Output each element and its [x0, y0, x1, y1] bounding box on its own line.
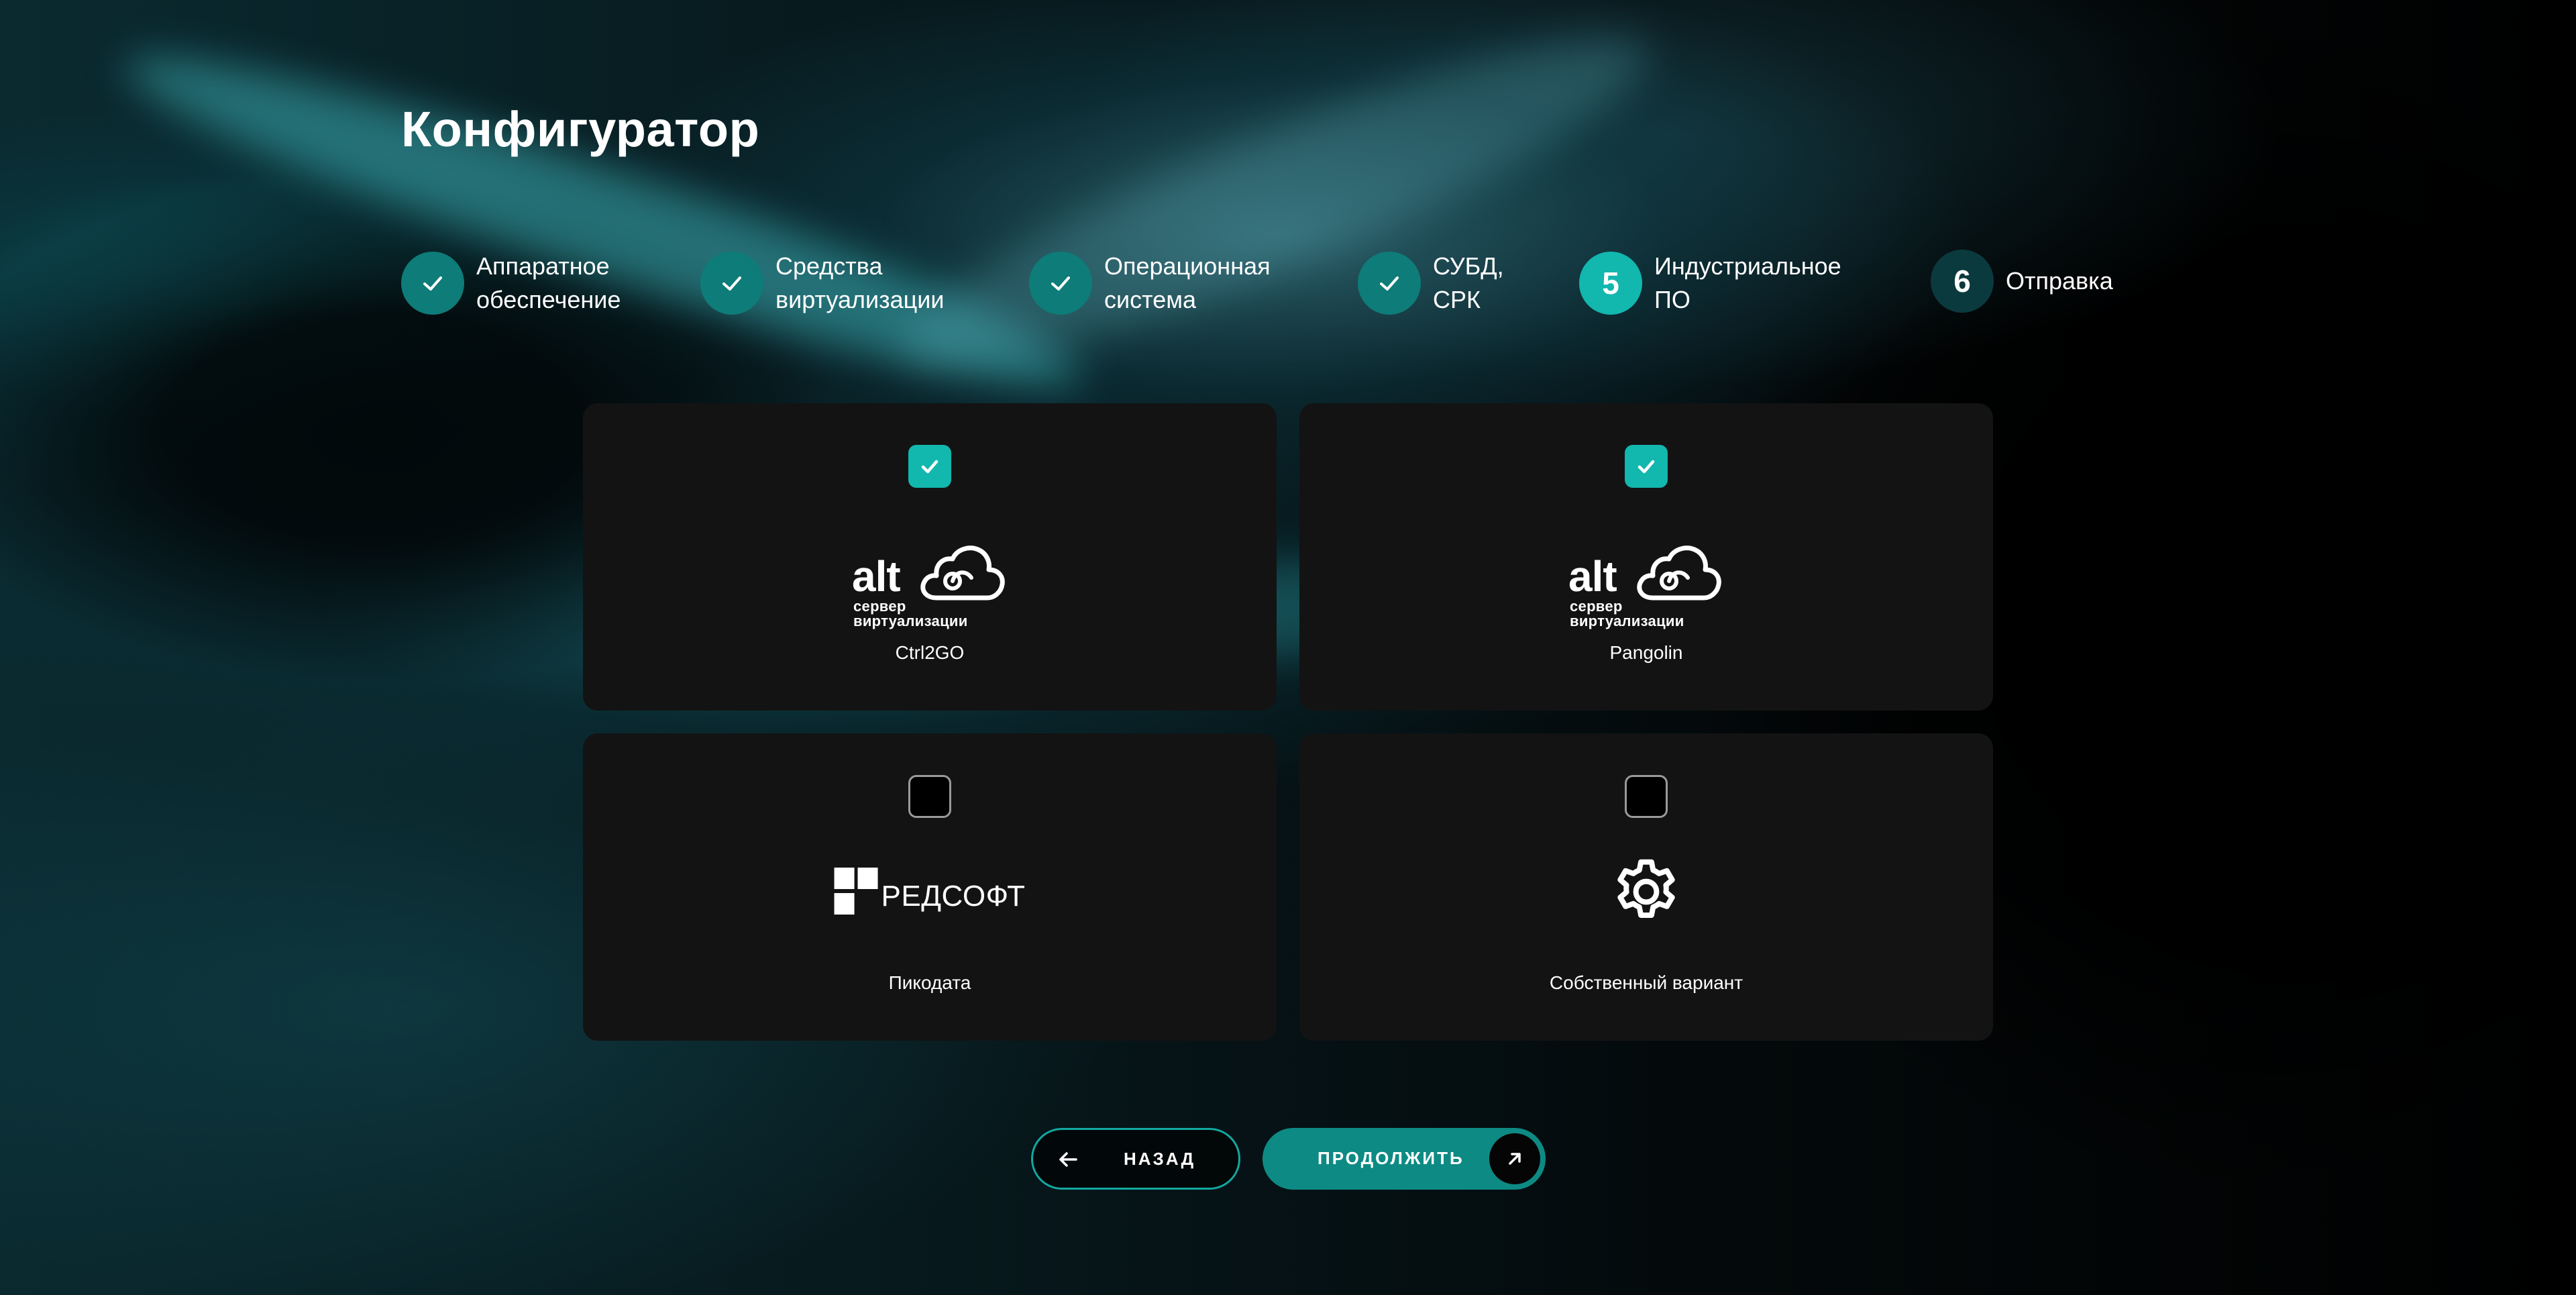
- option-card-ctrl2go[interactable]: alt сервер виртуализации Ctrl2GO: [583, 403, 1277, 711]
- step-virtualization[interactable]: Средства виртуализации: [700, 250, 944, 317]
- alt-logo-line2: виртуализации: [853, 613, 968, 629]
- redsoft-squares-icon: [834, 868, 878, 915]
- option-checkbox[interactable]: [908, 775, 951, 818]
- step-label-line: Операционная: [1104, 252, 1271, 280]
- arrow-left-icon: [1059, 1152, 1077, 1167]
- alt-logo-line1: сервер: [1570, 598, 1623, 615]
- step-industrial-software[interactable]: 5 Индустриальное ПО: [1579, 250, 1841, 317]
- configurator-page: Конфигуратор Аппаратное обеспечение Сред…: [0, 0, 2576, 1295]
- step-number: 5: [1602, 266, 1619, 301]
- option-checkbox[interactable]: [908, 445, 951, 488]
- arrow-up-right-icon: [1509, 1153, 1521, 1165]
- cloud-icon: [1637, 546, 1721, 601]
- option-checkbox[interactable]: [1625, 775, 1668, 818]
- alt-logo: alt сервер виртуализации: [852, 544, 1008, 633]
- redsoft-logo-word: РЕДСОФТ: [881, 880, 1026, 913]
- step-label: СУБД, СРК: [1433, 250, 1504, 317]
- step-circle: 5: [1579, 252, 1642, 315]
- step-label-line: система: [1104, 286, 1196, 313]
- alt-logo-line2: виртуализации: [1570, 613, 1684, 629]
- step-os[interactable]: Операционная система: [1029, 250, 1271, 317]
- step-label-line: ПО: [1654, 286, 1690, 313]
- alt-logo-word: alt: [852, 552, 901, 601]
- option-label: Пикодата: [888, 972, 971, 993]
- step-label-line: Аппаратное: [476, 252, 610, 280]
- option-label: Ctrl2GO: [895, 642, 965, 663]
- back-button[interactable]: НАЗАД: [1031, 1128, 1240, 1190]
- progress-stepper: Аппаратное обеспечение Средства виртуали…: [401, 250, 2212, 317]
- gear-icon: [1617, 859, 1675, 918]
- step-number: 6: [1953, 264, 1971, 299]
- alt-logo-line1: сервер: [853, 598, 906, 615]
- step-label-line: СРК: [1433, 286, 1481, 313]
- step-label-line: обеспечение: [476, 286, 621, 313]
- check-icon: [423, 276, 442, 291]
- alt-logo-word: alt: [1568, 552, 1617, 601]
- check-icon: [1380, 276, 1399, 291]
- option-card-picodata[interactable]: РЕДСОФТ Пикодата: [583, 733, 1277, 1041]
- step-circle: [401, 252, 464, 315]
- step-circle: 6: [1931, 250, 1994, 313]
- step-label-line: СУБД,: [1433, 252, 1504, 280]
- step-label-line: Индустриальное: [1654, 252, 1841, 280]
- continue-button-label: ПРОДОЛЖИТЬ: [1318, 1148, 1464, 1168]
- step-label-line: Средства: [775, 252, 883, 280]
- redsoft-logo: РЕДСОФТ: [834, 868, 1026, 916]
- back-button-label: НАЗАД: [1124, 1149, 1196, 1169]
- page-title: Конфигуратор: [401, 101, 760, 157]
- step-circle: [1358, 252, 1421, 315]
- alt-logo: alt сервер виртуализации: [1568, 544, 1724, 633]
- step-label-line: Отправка: [2006, 267, 2113, 295]
- step-label: Средства виртуализации: [775, 250, 944, 317]
- check-icon: [1638, 460, 1655, 474]
- check-icon: [1051, 276, 1070, 291]
- check-icon: [722, 276, 741, 291]
- step-label: Индустриальное ПО: [1654, 250, 1841, 317]
- continue-arrow-circle: [1489, 1133, 1540, 1184]
- check-icon: [921, 460, 938, 474]
- step-hardware[interactable]: Аппаратное обеспечение: [401, 250, 621, 317]
- step-circle: [1029, 252, 1092, 315]
- step-label-line: виртуализации: [775, 286, 945, 313]
- option-label: Pangolin: [1609, 642, 1683, 663]
- cloud-icon: [920, 546, 1005, 601]
- step-circle: [700, 252, 763, 315]
- step-label: Операционная система: [1104, 250, 1271, 317]
- option-label: Собственный вариант: [1549, 972, 1743, 993]
- option-card-pangolin[interactable]: alt сервер виртуализации Pangolin: [1299, 403, 1993, 711]
- custom-option-logo: [1609, 854, 1684, 933]
- continue-button[interactable]: ПРОДОЛЖИТЬ: [1263, 1128, 1546, 1190]
- step-send[interactable]: 6 Отправка: [1931, 250, 2113, 313]
- step-label: Отправка: [2006, 264, 2113, 298]
- option-checkbox[interactable]: [1625, 445, 1668, 488]
- step-dbms[interactable]: СУБД, СРК: [1358, 250, 1504, 317]
- option-card-custom[interactable]: Собственный вариант: [1299, 733, 1993, 1041]
- step-label: Аппаратное обеспечение: [476, 250, 621, 317]
